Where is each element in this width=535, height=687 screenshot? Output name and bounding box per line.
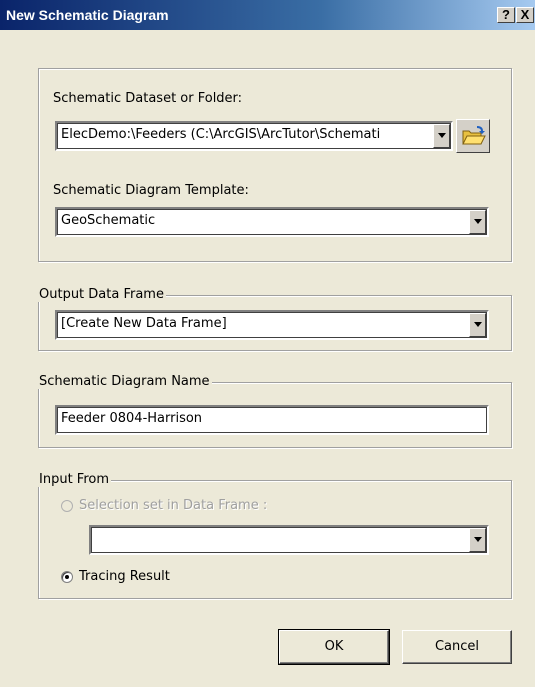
open-folder-icon: [462, 126, 486, 145]
selection-set-radio[interactable]: [61, 500, 73, 512]
chevron-down-icon[interactable]: [469, 210, 486, 234]
browse-folder-button[interactable]: [456, 119, 490, 153]
dataset-combo[interactable]: ElecDemo:\Feeders (C:\ArcGIS\ArcTutor\Sc…: [55, 121, 453, 151]
close-button[interactable]: X: [516, 7, 534, 23]
selection-frame-combo[interactable]: [89, 525, 489, 555]
output-frame-group: Output Data Frame [Create New Data Frame…: [37, 287, 512, 351]
cancel-button[interactable]: Cancel: [402, 630, 512, 664]
output-frame-combo[interactable]: [Create New Data Frame]: [55, 310, 489, 340]
dataset-group: Schematic Dataset or Folder: ElecDemo:\F…: [38, 68, 512, 262]
output-frame-value: [Create New Data Frame]: [61, 316, 227, 331]
title-bar[interactable]: New Schematic Diagram ? X: [0, 0, 535, 30]
dialog-window: New Schematic Diagram ? X Schematic Data…: [0, 0, 535, 687]
dataset-value: ElecDemo:\Feeders (C:\ArcGIS\ArcTutor\Sc…: [61, 127, 381, 142]
output-frame-legend: Output Data Frame: [37, 287, 166, 302]
selection-set-label: Selection set in Data Frame :: [79, 498, 268, 513]
template-label: Schematic Diagram Template:: [53, 183, 249, 198]
diagram-name-input[interactable]: Feeder 0804-Harrison: [55, 405, 489, 435]
window-title: New Schematic Diagram: [6, 7, 169, 23]
tracing-result-label: Tracing Result: [79, 569, 170, 584]
input-from-group: Input From Selection set in Data Frame :…: [37, 472, 512, 599]
diagram-name-legend: Schematic Diagram Name: [37, 374, 212, 389]
template-value: GeoSchematic: [61, 213, 156, 228]
ok-button[interactable]: OK: [278, 629, 390, 665]
help-button[interactable]: ?: [497, 7, 515, 23]
template-combo[interactable]: GeoSchematic: [55, 207, 489, 237]
chevron-down-icon[interactable]: [469, 528, 486, 552]
chevron-down-icon[interactable]: [433, 124, 450, 148]
diagram-name-value: Feeder 0804-Harrison: [61, 411, 203, 426]
tracing-result-radio[interactable]: [61, 571, 73, 583]
diagram-name-group: Schematic Diagram Name Feeder 0804-Harri…: [37, 374, 512, 448]
dataset-label: Schematic Dataset or Folder:: [53, 91, 243, 106]
chevron-down-icon[interactable]: [469, 313, 486, 337]
input-from-legend: Input From: [37, 472, 112, 487]
